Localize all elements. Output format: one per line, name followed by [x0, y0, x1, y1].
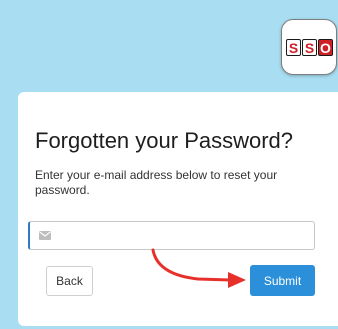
- sso-logo-letters: S S O: [286, 39, 333, 56]
- envelope-icon: [39, 231, 51, 240]
- sso-logo: S S O: [281, 19, 337, 75]
- submit-button[interactable]: Submit: [250, 265, 315, 296]
- logo-letter-s2: S: [302, 39, 317, 56]
- email-field[interactable]: [28, 221, 315, 250]
- email-input[interactable]: [58, 222, 308, 249]
- instructions-text: Enter your e-mail address below to reset…: [35, 168, 278, 197]
- page-title: Forgotten your Password?: [35, 128, 294, 153]
- logo-letter-s1: S: [286, 39, 301, 56]
- back-button[interactable]: Back: [46, 266, 93, 296]
- logo-letter-o: O: [318, 39, 333, 56]
